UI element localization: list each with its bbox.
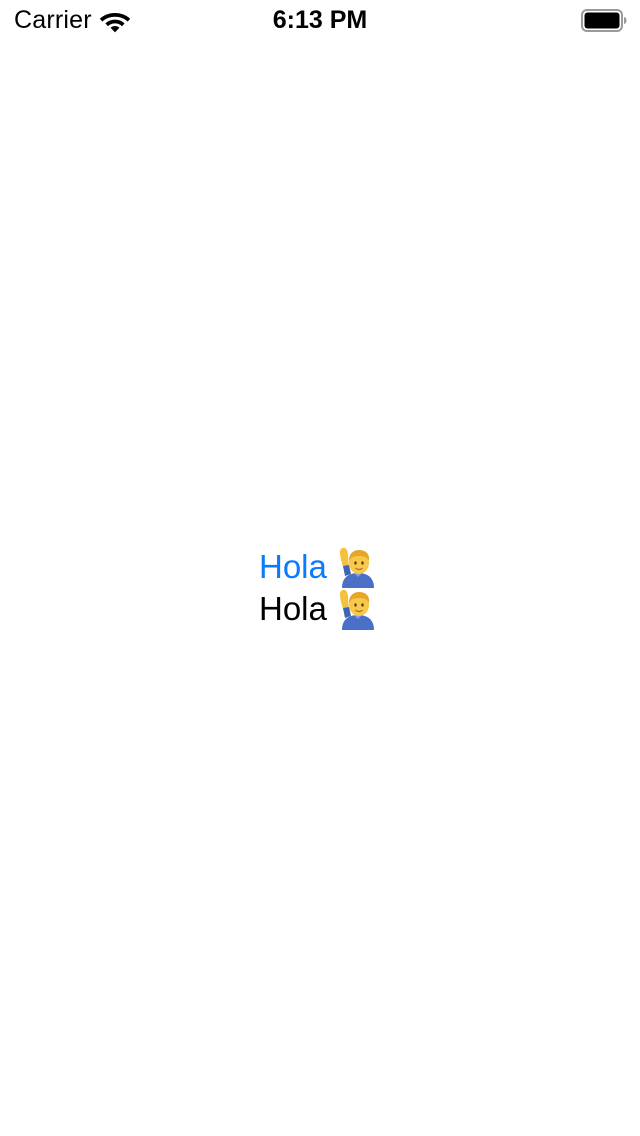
- hola-text-row: Hola: [259, 588, 399, 630]
- clock: 6:13 PM: [272, 6, 368, 34]
- man-raising-hand-icon: [339, 589, 374, 630]
- status-bar: Carrier 6:13 PM: [0, 0, 640, 40]
- man-raising-hand-icon: [339, 547, 374, 588]
- hola-text: Hola: [259, 590, 327, 627]
- hola-link-row[interactable]: Hola: [259, 546, 399, 588]
- battery-full-icon: [581, 9, 627, 32]
- hola-link[interactable]: Hola: [259, 546, 327, 588]
- greeting-stack: Hola Hola: [259, 546, 399, 630]
